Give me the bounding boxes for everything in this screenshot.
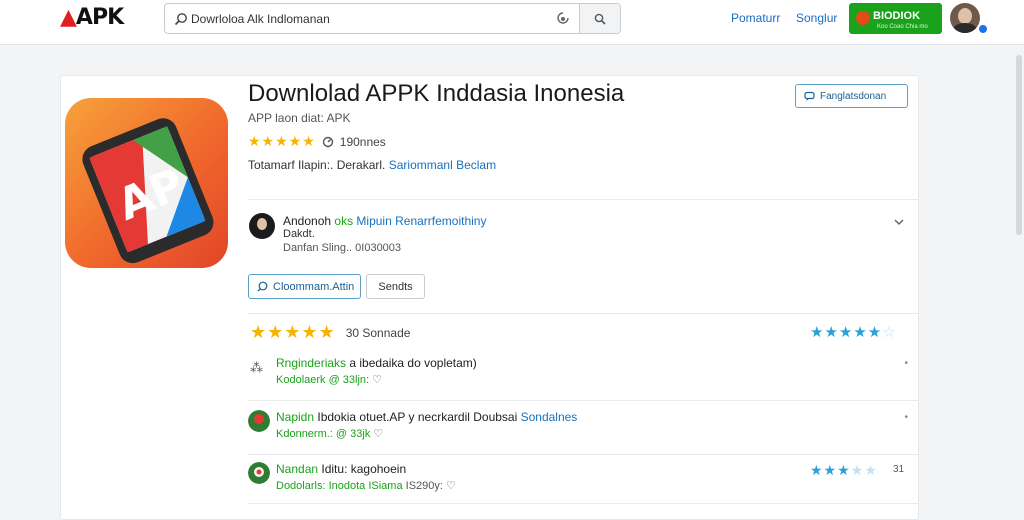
review-title: Napidn Ibdokia otuet.AP y necrkardil Dou… <box>276 410 578 424</box>
reviewer-avatar <box>248 462 270 484</box>
send-button[interactable]: Sendts <box>366 274 425 299</box>
chat-icon <box>804 91 815 101</box>
developer-avatar[interactable] <box>249 213 275 239</box>
review-more-button[interactable]: • <box>904 412 908 423</box>
svg-text:⁂: ⁂ <box>250 361 263 376</box>
comment-button[interactable]: Cloommam.Attin <box>248 274 361 299</box>
app-icon: AP <box>65 98 228 268</box>
nav-link-pomaturr[interactable]: Pomaturr <box>731 11 780 25</box>
logo-mark: ▲ <box>60 5 77 30</box>
review-meta: Dodolarls: Inodota ISiama IS290y: ♡ <box>276 480 456 492</box>
download-app-button[interactable]: BIODIOK Koo Coao Chia mo <box>849 3 942 34</box>
app-subtitle: APP laon diat: APK <box>248 111 351 125</box>
follow-button[interactable]: Fanglatsdonan <box>795 84 908 108</box>
reviewer-avatar-icon: ⁂ <box>250 361 263 376</box>
top-navigation-bar: ▲APK Pomaturr Songlur BIODIOK Koo Coao C… <box>0 0 1024 45</box>
review-meta: Kdonnerm.: @ 33jk ♡ <box>276 428 384 440</box>
phone-illustration: AP <box>82 118 214 264</box>
developer-link[interactable]: Mipuin Renarrfemoithiny <box>356 214 486 228</box>
user-avatar[interactable] <box>950 3 980 33</box>
developer-name: Andonoh oks Mipuin Renarrfemoithiny <box>283 214 487 228</box>
divider <box>248 313 919 314</box>
download-badge-icon <box>856 11 870 25</box>
review-stars: ★★★★★ <box>810 462 878 478</box>
app-title: Downlolad APPK Inddasia Inonesia <box>248 80 625 107</box>
voice-search-icon[interactable] <box>555 11 571 27</box>
review-meta: Kodolaerk @ 33ljn: ♡ <box>276 374 383 386</box>
chevron-down-icon[interactable] <box>893 217 905 227</box>
search-button[interactable] <box>579 4 620 33</box>
review-count: 31 <box>893 464 905 475</box>
avatar-status-badge <box>977 23 989 35</box>
reviews-summary: ★★★★★ 30 Sonnade <box>250 322 410 343</box>
app-rating-row: ★★★★★ 190nnes <box>248 133 386 150</box>
summary-count: 30 Sonnade <box>345 325 411 340</box>
search-submit-icon <box>594 13 606 25</box>
app-meta: Totamarf Ilapin:. Derakarl. Sariommanl B… <box>248 158 497 172</box>
review-title: Rnginderiaks a ibedaika do vopletam) <box>276 356 477 370</box>
rating-stars: ★★★★★ <box>248 133 316 149</box>
comment-icon <box>257 281 268 292</box>
summary-stars: ★★★★★ <box>250 322 336 342</box>
search-bar <box>164 3 621 34</box>
rating-count: 190nnes <box>339 134 386 149</box>
divider <box>248 400 919 401</box>
nav-link-songlur[interactable]: Songlur <box>796 11 837 25</box>
divider <box>248 454 919 455</box>
developer-type: Dakdt. <box>283 228 315 240</box>
search-input[interactable] <box>191 9 551 29</box>
review-more-button[interactable]: • <box>904 358 908 369</box>
clock-icon <box>322 136 333 147</box>
search-icon <box>174 13 187 26</box>
reviewer-avatar <box>248 410 270 432</box>
divider <box>248 503 919 504</box>
summary-rating-right: ★★★★★☆ <box>810 324 897 341</box>
divider <box>248 199 919 200</box>
page-scrollbar[interactable] <box>1016 55 1022 235</box>
apk-logo[interactable]: ▲APK <box>60 5 124 30</box>
review-title: Nandan Iditu: kagohoein <box>276 462 407 476</box>
developer-info: Danfan Sling.. 0I030003 <box>283 242 402 254</box>
meta-link[interactable]: Sariommanl Beclam <box>389 158 496 172</box>
